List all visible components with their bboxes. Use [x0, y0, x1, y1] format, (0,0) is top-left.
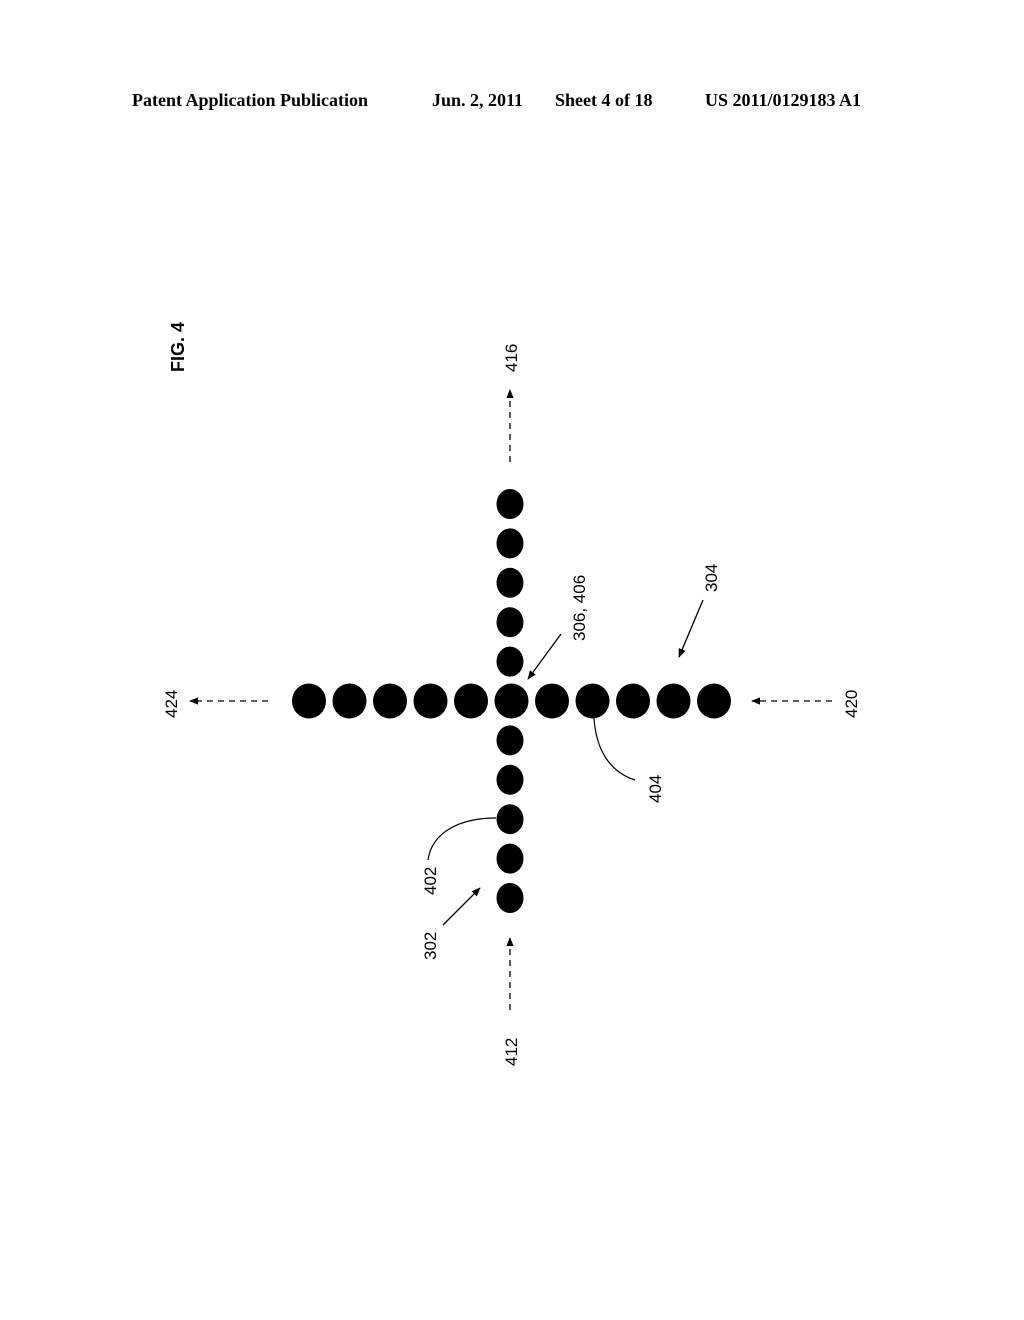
- label-304: 304: [702, 564, 721, 592]
- horizontal-dot: [413, 683, 448, 719]
- vertical-dot: [496, 804, 524, 835]
- vertical-dot: [496, 607, 524, 638]
- vertical-dot: [496, 567, 524, 598]
- label-302: 302: [421, 932, 440, 960]
- horizontal-dot: [535, 683, 569, 719]
- vertical-dot: [496, 489, 524, 519]
- leader-404: [593, 717, 636, 781]
- horizontal-dot: [697, 683, 731, 719]
- vertical-dot: [496, 646, 524, 677]
- horizontal-dot: [332, 683, 367, 719]
- leader-306-406: [527, 633, 562, 680]
- figure-4-diagram: FIG. 4 416 412 424 420 306, 406 304 404 …: [162, 322, 861, 1066]
- label-420: 420: [842, 690, 861, 718]
- vertical-dot: [496, 883, 524, 913]
- horizontal-dot: [373, 683, 407, 719]
- figure-title: FIG. 4: [168, 322, 188, 372]
- leader-402: [427, 817, 497, 861]
- horizontal-dot-row: [292, 683, 731, 719]
- horizontal-dot: [575, 683, 610, 719]
- label-402: 402: [421, 867, 440, 895]
- label-416: 416: [502, 344, 521, 372]
- label-306-406: 306, 406: [570, 575, 589, 641]
- leader-302: [442, 887, 481, 926]
- vertical-dot: [496, 764, 524, 795]
- label-404: 404: [646, 775, 665, 803]
- label-424: 424: [162, 690, 181, 718]
- vertical-dot: [496, 528, 524, 559]
- label-412: 412: [502, 1038, 521, 1066]
- vertical-dot: [496, 725, 524, 756]
- horizontal-dot: [292, 683, 326, 719]
- leader-304: [678, 599, 704, 658]
- vertical-dot: [496, 843, 524, 874]
- intersection-dot: [494, 683, 529, 719]
- horizontal-dot: [656, 683, 691, 719]
- horizontal-dot: [616, 683, 650, 719]
- horizontal-dot: [454, 683, 488, 719]
